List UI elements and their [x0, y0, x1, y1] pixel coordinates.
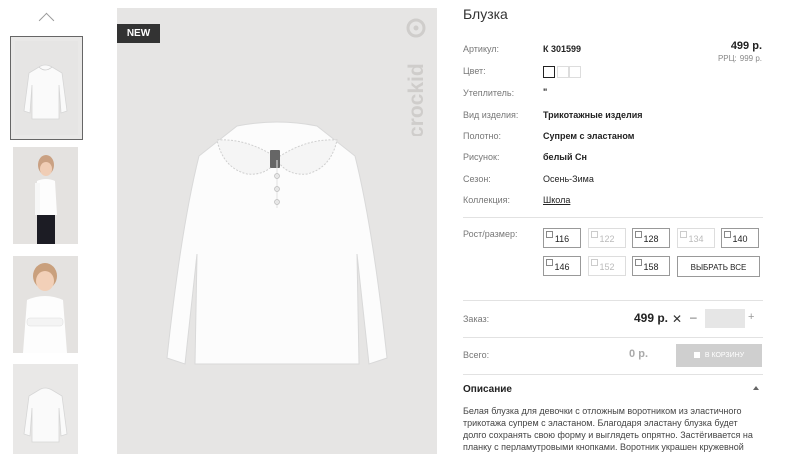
fabric-value: Супрем с эластаном	[543, 131, 635, 141]
size-label: 122	[599, 234, 615, 244]
thumbnail-3[interactable]	[13, 256, 78, 353]
color-swatch-white[interactable]	[543, 66, 555, 78]
fabric-label: Полотно:	[463, 131, 502, 141]
thumbnail-3-image	[13, 256, 78, 353]
type-value: Трикотажные изделия	[543, 110, 643, 120]
size-checkbox	[635, 259, 642, 266]
rrc-value: 999 р.	[739, 54, 762, 63]
product-price: 499 р.	[730, 40, 762, 52]
add-to-cart-label: В КОРЗИНУ	[704, 352, 745, 359]
order-label: Заказ:	[463, 314, 490, 324]
order-total: 499 р.	[633, 311, 668, 325]
size-128[interactable]: 128	[632, 228, 670, 248]
article-label: Артикул:	[463, 44, 500, 54]
description-text: Белая блузка для девочки с отложным воро…	[463, 406, 753, 452]
quantity-input[interactable]	[705, 309, 745, 328]
color-swatch-2[interactable]	[557, 66, 569, 78]
size-label: 128	[643, 234, 659, 244]
collection-label: Коллекция:	[463, 195, 511, 205]
insulation-value: "	[543, 87, 548, 97]
divider	[463, 217, 763, 218]
product-main-image: NEW crockid	[117, 8, 437, 454]
article-value: К 301599	[543, 44, 582, 54]
select-all-sizes-button[interactable]: ВЫБРАТЬ ВСЕ	[677, 256, 760, 277]
color-label: Цвет:	[463, 66, 486, 76]
size-checkbox	[546, 259, 553, 266]
pattern-value: белый Сн	[543, 152, 587, 162]
thumbnail-1-image	[15, 41, 78, 135]
size-152[interactable]: 152	[588, 256, 626, 276]
size-checkbox	[724, 231, 731, 238]
thumbnails-up-button[interactable]	[36, 10, 56, 24]
size-label: 152	[599, 262, 615, 272]
collection-link[interactable]: Школа	[543, 195, 570, 205]
divider	[463, 337, 763, 338]
size-122[interactable]: 122	[588, 228, 626, 248]
close-icon[interactable]: ✕	[672, 312, 682, 326]
rrc-label: РРЦ:	[717, 54, 737, 63]
description-title: Описание	[463, 384, 512, 395]
total-label: Всего:	[463, 350, 490, 360]
size-label: 134	[688, 234, 704, 244]
grand-total: 0 р.	[629, 348, 648, 360]
size-label: 158	[643, 262, 659, 272]
size-140[interactable]: 140	[721, 228, 759, 248]
thumbnail-4[interactable]	[13, 364, 78, 454]
divider	[463, 374, 763, 375]
thumbnail-1[interactable]	[10, 36, 83, 140]
size-checkbox	[635, 231, 642, 238]
size-label: 146	[554, 262, 570, 272]
insulation-label: Утеплитель:	[463, 88, 515, 98]
size-checkbox	[680, 231, 687, 238]
size-134[interactable]: 134	[677, 228, 715, 248]
product-title: Блузка	[463, 6, 508, 22]
size-checkbox	[591, 259, 598, 266]
size-checkbox	[546, 231, 553, 238]
quantity-plus-button[interactable]: +	[748, 311, 754, 323]
size-checkbox	[591, 231, 598, 238]
season-label: Сезон:	[463, 174, 491, 184]
bag-icon	[693, 352, 700, 358]
size-label: 116	[554, 234, 570, 244]
pattern-label: Рисунок:	[463, 152, 500, 162]
divider	[463, 300, 763, 301]
thumbnail-4-image	[13, 364, 78, 454]
size-116[interactable]: 116	[543, 228, 581, 248]
collapse-caret-icon[interactable]	[753, 386, 759, 390]
thumbnail-2-image	[13, 147, 78, 244]
season-value: Осень-Зима	[543, 174, 594, 184]
sizes-label: Рост/размер:	[463, 229, 518, 239]
thumbnail-2[interactable]	[13, 147, 78, 244]
blouse-illustration	[166, 121, 388, 365]
add-to-cart-button[interactable]: В КОРЗИНУ	[676, 344, 762, 367]
rrc-price: РРЦ: 999 р.	[718, 54, 762, 63]
quantity-minus-button[interactable]: –	[690, 310, 697, 324]
size-146[interactable]: 146	[543, 256, 581, 276]
size-158[interactable]: 158	[632, 256, 670, 276]
size-label: 140	[732, 234, 748, 244]
type-label: Вид изделия:	[463, 110, 519, 120]
color-swatch-3[interactable]	[569, 66, 581, 78]
